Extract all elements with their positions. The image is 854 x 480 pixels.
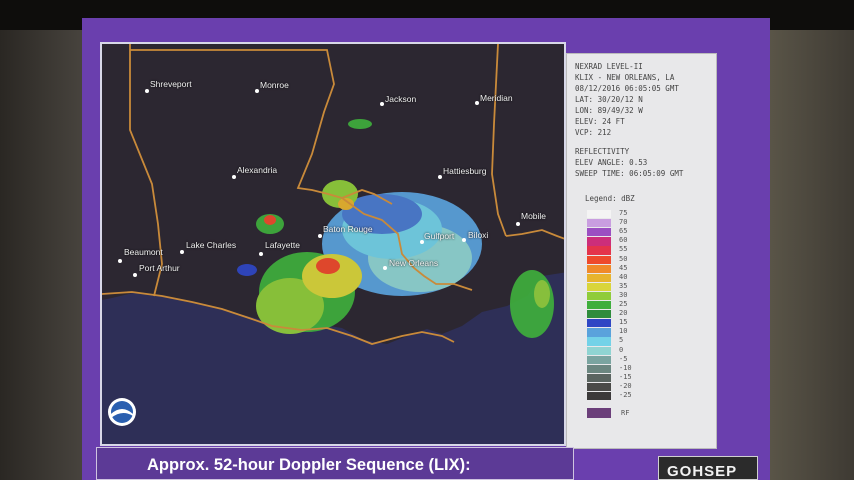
- gohsep-logo: GOHSEP: [658, 456, 758, 480]
- city-dot-biloxi: [462, 238, 466, 242]
- legend-swatch: [587, 273, 611, 282]
- city-dot-shreveport: [145, 89, 149, 93]
- legend-title: Legend: dBZ: [585, 194, 635, 203]
- legend-rf-swatch: [587, 408, 611, 418]
- city-label-beaumont: Beaumont: [124, 247, 163, 257]
- city-dot-monroe: [255, 89, 259, 93]
- legend-tick-label: 0: [619, 345, 624, 354]
- legend-swatch: [587, 246, 611, 255]
- city-dot-jackson: [380, 102, 384, 106]
- legend-tick-label: 5: [619, 336, 624, 345]
- legend-swatch: [587, 328, 611, 337]
- legend-tick-label: 60: [619, 236, 628, 245]
- radar-map-graphic: [102, 44, 564, 444]
- legend-tick-label: 40: [619, 272, 628, 281]
- legend-tick-label: 10: [619, 327, 628, 336]
- radar-sweep-time-label: SWEEP TIME: 06:05:09 GMT: [575, 169, 684, 178]
- legend-rf-label: RF: [621, 409, 630, 417]
- city-label-alexandria: Alexandria: [237, 165, 278, 175]
- legend-swatch: [587, 310, 611, 319]
- slide-caption: Approx. 52-hour Doppler Sequence (LIX):: [96, 447, 574, 480]
- legend-swatch: [587, 364, 611, 373]
- legend-tick-label: 70: [619, 218, 628, 227]
- radar-elev-angle-label: ELEV ANGLE: 0.53: [575, 158, 648, 167]
- city-dot-hattiesburg: [438, 175, 442, 179]
- radar-info-panel: NEXRAD LEVEL-II KLIX - NEW ORLEANS, LA 0…: [566, 53, 717, 449]
- radar-latitude-label: LAT: 30/20/12 N: [575, 95, 643, 104]
- city-label-jackson: Jackson: [385, 94, 417, 104]
- legend-swatch: [587, 282, 611, 292]
- legend-swatch: [587, 373, 611, 383]
- gohsep-logo-text: GOHSEP: [667, 463, 738, 480]
- city-dot-baton-rouge: [318, 234, 322, 238]
- legend-swatch: [587, 255, 611, 264]
- city-dot-lake-charles: [180, 250, 184, 254]
- city-label-new-orleans: New Orleans: [389, 258, 439, 268]
- legend-tick-label: 15: [619, 318, 628, 327]
- city-label-shreveport: Shreveport: [150, 79, 192, 89]
- legend-swatch: [587, 237, 611, 246]
- caption-title: Approx. 52-hour Doppler Sequence (LIX):: [147, 456, 471, 474]
- radar-station-label: KLIX - NEW ORLEANS, LA: [575, 73, 675, 82]
- legend-tick-label: -5: [619, 354, 628, 363]
- legend-tick-label: 30: [619, 290, 628, 299]
- legend-tick-label: -15: [619, 372, 632, 381]
- city-label-monroe: Monroe: [260, 80, 289, 90]
- legend-tick-label: -10: [619, 363, 632, 372]
- legend-swatch: [587, 291, 611, 301]
- city-dot-alexandria: [232, 175, 236, 179]
- legend-swatch: [587, 382, 611, 392]
- legend-tick-label: 45: [619, 263, 628, 272]
- legend-tick-label: -20: [619, 381, 632, 390]
- city-label-baton-rouge: Baton Rouge: [323, 224, 373, 234]
- legend-swatch: [587, 319, 611, 328]
- legend-swatch: [587, 228, 611, 237]
- city-dot-new-orleans: [383, 266, 387, 270]
- city-label-mobile: Mobile: [521, 211, 547, 221]
- city-dot-port-arthur: [133, 273, 137, 277]
- city-label-hattiesburg: Hattiesburg: [443, 166, 487, 176]
- legend-tick-label: 20: [619, 309, 628, 318]
- legend-tick-label: 55: [619, 245, 628, 254]
- legend-swatch: [587, 301, 611, 310]
- radar-vcp-label: VCP: 212: [575, 128, 612, 137]
- room-wall-left: [0, 30, 90, 480]
- city-label-port-arthur: Port Arthur: [139, 263, 180, 273]
- radar-mode-label: REFLECTIVITY: [575, 147, 630, 156]
- radar-product-label: NEXRAD LEVEL-II: [575, 62, 643, 71]
- city-dot-lafayette: [259, 252, 263, 256]
- legend-swatch: [587, 219, 611, 228]
- legend-swatch: [587, 337, 611, 346]
- city-label-meridian: Meridian: [480, 93, 513, 103]
- legend-swatch: [587, 392, 611, 401]
- city-label-lake-charles: Lake Charles: [186, 240, 237, 250]
- legend-tick-label: 65: [619, 227, 628, 236]
- legend-swatch: [587, 264, 611, 273]
- city-label-gulfport: Gulfport: [424, 231, 455, 241]
- legend-tick-label: 50: [619, 254, 628, 263]
- legend-tick-label: -25: [619, 391, 632, 399]
- legend-swatch: [587, 346, 611, 355]
- legend-tick-label: 25: [619, 300, 628, 308]
- legend-swatch: [587, 355, 611, 364]
- radar-longitude-label: LON: 89/49/32 W: [575, 106, 643, 115]
- radar-datetime-label: 08/12/2016 06:05:05 GMT: [575, 84, 679, 93]
- city-dot-mobile: [516, 222, 520, 226]
- legend-swatch: [587, 210, 611, 219]
- city-label-biloxi: Biloxi: [468, 230, 489, 240]
- city-label-lafayette: Lafayette: [265, 240, 300, 250]
- room-wall-right: [768, 30, 854, 480]
- legend-tick-label: 35: [619, 281, 628, 290]
- city-dot-beaumont: [118, 259, 122, 263]
- radar-elevation-label: ELEV: 24 FT: [575, 117, 625, 126]
- noaa-logo-icon: [108, 398, 136, 426]
- legend-tick-label: 75: [619, 209, 628, 217]
- city-dot-meridian: [475, 101, 479, 105]
